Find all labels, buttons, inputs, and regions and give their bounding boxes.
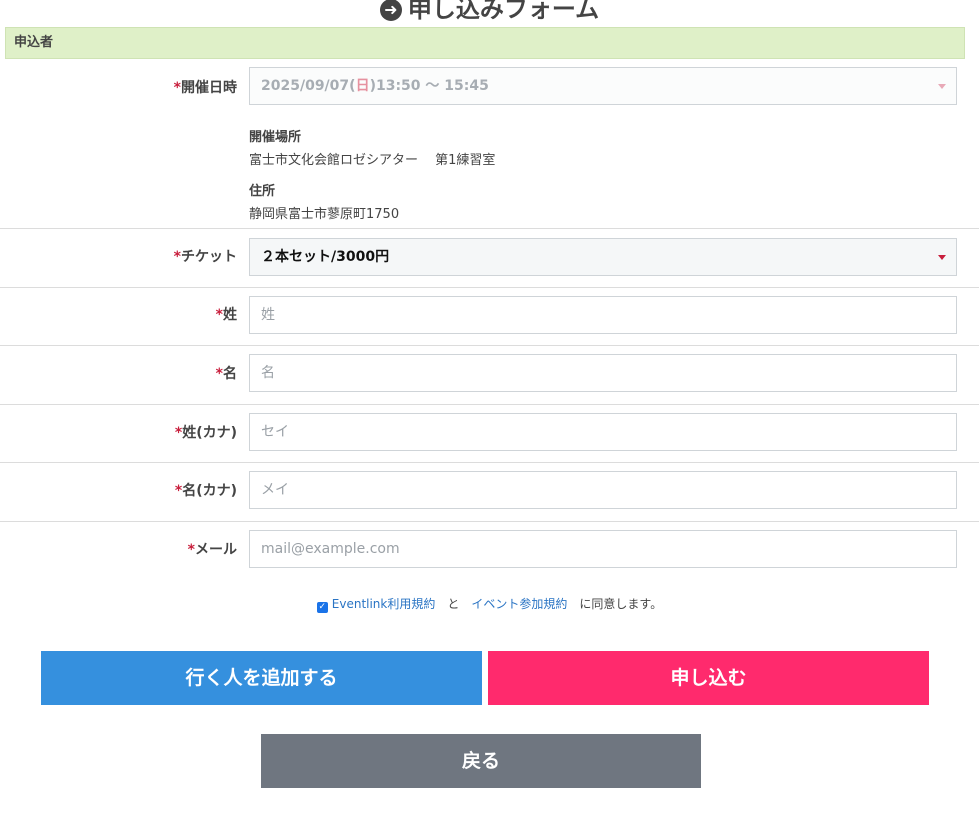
page-title: ➜ 申し込みフォーム xyxy=(0,0,979,24)
label-ticket: *チケット xyxy=(173,249,237,265)
label-event-date: *開催日時 xyxy=(173,80,237,96)
row-event-date: *開催日時 2025/09/07(日)13:50 ～ 15:45 開催場所 富士… xyxy=(0,59,979,229)
event-date-select[interactable]: 2025/09/07(日)13:50 ～ 15:45 xyxy=(249,67,957,105)
agreement-suffix: に同意します。 xyxy=(579,597,663,611)
email-input[interactable]: mail@example.com xyxy=(249,530,957,568)
row-first-name: *名 名 xyxy=(0,346,979,405)
weekday-sunday: 日 xyxy=(355,78,370,94)
event-terms-link[interactable]: イベント参加規約 xyxy=(471,597,567,611)
row-first-name-kana: *名(カナ) メイ xyxy=(0,463,979,522)
venue-address-label: 住所 xyxy=(249,184,276,199)
agreement-connector: と xyxy=(447,597,460,611)
venue-place-label: 開催場所 xyxy=(249,130,302,145)
first-name-kana-input[interactable]: メイ xyxy=(249,471,957,509)
label-last-name: *姓 xyxy=(215,307,237,323)
venue-address-value: 静岡県富士市蓼原町1750 xyxy=(249,207,400,222)
section-header-applicant: 申込者 xyxy=(5,27,965,59)
venue-info: 開催場所 富士市文化会館ロゼシアター 第1練習室 住所 静岡県富士市蓼原町175… xyxy=(249,126,495,222)
label-email: *メール xyxy=(187,542,237,558)
label-last-name-kana: *姓(カナ) xyxy=(174,425,237,441)
first-name-input[interactable]: 名 xyxy=(249,354,957,392)
eventlink-terms-link[interactable]: Eventlink利用規約 xyxy=(332,597,436,611)
agreement-line: ✓ Eventlink利用規約とイベント参加規約 に同意します。 xyxy=(0,595,979,613)
back-button[interactable]: 戻る xyxy=(261,734,701,788)
ticket-select[interactable]: ２本セット/3000円 xyxy=(249,238,957,276)
row-ticket: *チケット ２本セット/3000円 xyxy=(0,229,979,288)
last-name-kana-input[interactable]: セイ xyxy=(249,413,957,451)
chevron-down-icon xyxy=(938,255,946,260)
row-last-name-kana: *姓(カナ) セイ xyxy=(0,405,979,463)
apply-button[interactable]: 申し込む xyxy=(488,651,929,705)
page-title-text: 申し込みフォーム xyxy=(407,0,600,23)
last-name-input[interactable]: 姓 xyxy=(249,296,957,334)
required-mark: * xyxy=(173,80,181,96)
agree-checkbox[interactable]: ✓ xyxy=(316,602,328,613)
add-person-button[interactable]: 行く人を追加する xyxy=(41,651,482,705)
row-last-name: *姓 姓 xyxy=(0,288,979,346)
row-email: *メール mail@example.com xyxy=(0,522,979,580)
label-first-name: *名 xyxy=(215,366,237,382)
arrow-right-circle-icon: ➜ xyxy=(379,0,402,21)
venue-place-value: 富士市文化会館ロゼシアター 第1練習室 xyxy=(249,153,496,168)
label-first-name-kana: *名(カナ) xyxy=(174,483,237,499)
chevron-down-icon xyxy=(938,84,946,89)
